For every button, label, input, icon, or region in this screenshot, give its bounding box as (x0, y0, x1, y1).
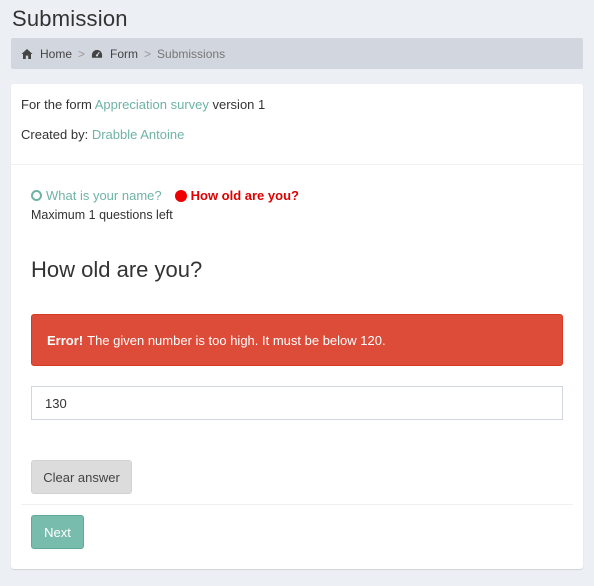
home-icon (21, 48, 33, 60)
circle-filled-icon (174, 189, 187, 202)
breadcrumb-form-label: Form (110, 46, 139, 61)
breadcrumb-separator: > (144, 46, 152, 61)
breadcrumb-separator: > (78, 46, 86, 61)
question-progress: What is your name? How old are you? (31, 188, 312, 203)
creator-info: Created by: Drabble Antoine (21, 127, 184, 142)
breadcrumb-submissions: Submissions (157, 46, 226, 61)
form-version: version 1 (212, 97, 266, 112)
form-link[interactable]: Appreciation survey (95, 97, 209, 112)
next-button[interactable]: Next (31, 515, 84, 549)
submission-panel: For the form Appreciation survey version… (11, 84, 583, 569)
breadcrumb: Home > Form > Submissions (11, 38, 583, 69)
step-label: How old are you? (190, 188, 299, 203)
breadcrumb-form[interactable]: Form (91, 47, 138, 61)
divider (11, 164, 583, 165)
page-title: Submission (12, 6, 128, 31)
answer-input[interactable] (31, 386, 563, 420)
form-prefix: For the form (21, 97, 92, 112)
error-message: The given number is too high. It must be… (87, 332, 386, 348)
creator-link[interactable]: Drabble Antoine (92, 127, 185, 142)
questions-remaining: Maximum 1 questions left (31, 208, 173, 222)
step-how-old-are-you[interactable]: How old are you? (174, 188, 299, 203)
form-info: For the form Appreciation survey version… (21, 97, 265, 112)
created-by-label: Created by: (21, 127, 89, 142)
breadcrumb-home[interactable]: Home (21, 47, 72, 61)
error-label: Error! (47, 332, 84, 348)
breadcrumb-home-label: Home (40, 46, 73, 61)
clear-answer-button[interactable]: Clear answer (31, 460, 132, 494)
circle-outline-icon (31, 190, 42, 201)
question-title: How old are you? (31, 257, 203, 282)
divider (21, 504, 573, 505)
step-label: What is your name? (46, 188, 162, 203)
dashboard-icon (91, 48, 103, 60)
step-what-is-your-name[interactable]: What is your name? (31, 188, 162, 203)
error-alert: Error! The given number is too high. It … (31, 314, 563, 366)
